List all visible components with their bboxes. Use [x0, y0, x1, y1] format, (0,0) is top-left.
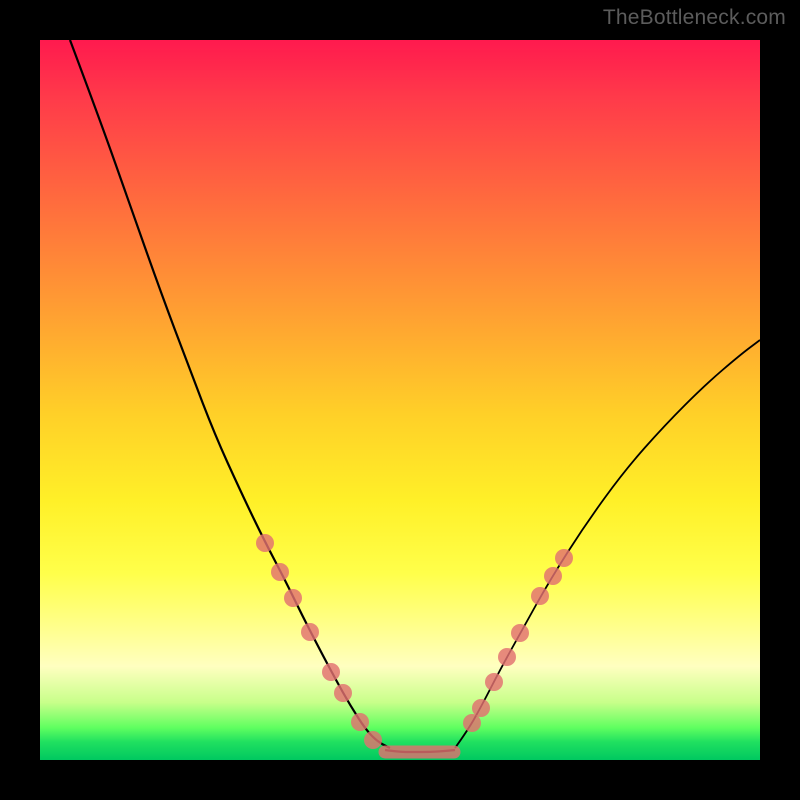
markers-right: [463, 549, 573, 732]
marker-dot: [511, 624, 529, 642]
marker-dot: [485, 673, 503, 691]
marker-dot: [531, 587, 549, 605]
chart-svg: [40, 40, 760, 760]
marker-dot: [284, 589, 302, 607]
curve-left-branch: [70, 40, 390, 748]
markers-left: [256, 534, 382, 749]
bottleneck-chart: [40, 40, 760, 760]
marker-dot: [301, 623, 319, 641]
marker-dot: [271, 563, 289, 581]
watermark-label: TheBottleneck.com: [603, 6, 786, 30]
marker-dot: [472, 699, 490, 717]
marker-dot: [498, 648, 516, 666]
marker-dot: [334, 684, 352, 702]
marker-dot: [463, 714, 481, 732]
marker-dot: [351, 713, 369, 731]
marker-dot: [555, 549, 573, 567]
app-frame: TheBottleneck.com: [0, 0, 800, 800]
marker-dot: [364, 731, 382, 749]
marker-dot: [256, 534, 274, 552]
marker-dot: [544, 567, 562, 585]
marker-dot: [322, 663, 340, 681]
